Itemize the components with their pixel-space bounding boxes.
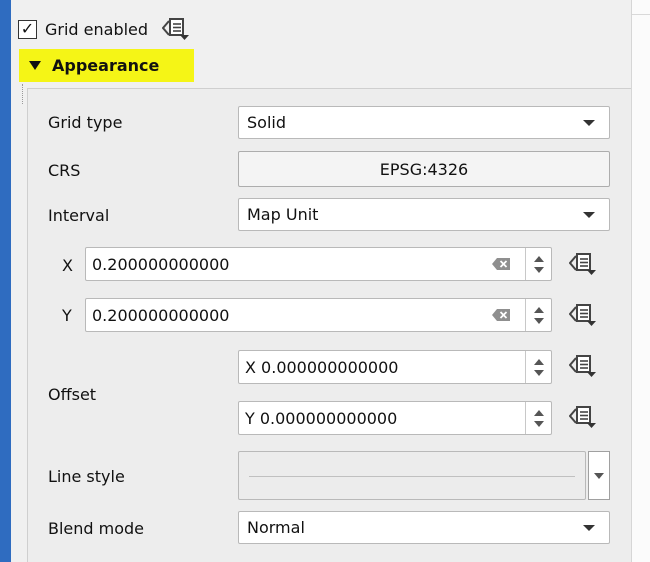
crs-button[interactable]: EPSG:4326	[238, 151, 610, 187]
clear-text-icon[interactable]	[491, 257, 511, 271]
offset-x-spinbox[interactable]: X 0.000000000000	[238, 350, 552, 384]
chevron-down-icon	[583, 525, 595, 531]
side-pane-edge	[632, 14, 650, 15]
data-defined-override-icon[interactable]	[162, 17, 190, 41]
offset-y-value: Y 0.000000000000	[245, 408, 398, 428]
chevron-down-icon	[583, 212, 595, 218]
interval-unit-value: Map Unit	[247, 205, 319, 224]
line-style-label: Line style	[48, 467, 125, 486]
blend-mode-select[interactable]: Normal	[238, 511, 610, 544]
spin-down-icon[interactable]	[533, 266, 544, 273]
grid-type-select[interactable]: Solid	[238, 106, 610, 139]
spin-down-icon[interactable]	[533, 420, 544, 427]
interval-label: Interval	[48, 206, 110, 225]
grid-type-value: Solid	[247, 113, 286, 132]
grid-enabled-label: Grid enabled	[45, 19, 149, 39]
blend-mode-label: Blend mode	[48, 519, 145, 538]
offset-y-stepper[interactable]	[525, 402, 551, 434]
spin-down-icon[interactable]	[533, 369, 544, 376]
side-pane	[631, 0, 650, 562]
spin-up-icon[interactable]	[533, 409, 544, 416]
chevron-down-icon	[583, 120, 595, 126]
offset-label: Offset	[48, 385, 97, 404]
spin-up-icon[interactable]	[533, 358, 544, 365]
crs-value: EPSG:4326	[379, 159, 469, 179]
data-defined-override-icon[interactable]	[569, 354, 597, 378]
data-defined-override-icon[interactable]	[569, 303, 597, 327]
spin-up-icon[interactable]	[533, 306, 544, 313]
line-style-menu-button[interactable]	[588, 451, 610, 500]
data-defined-override-icon[interactable]	[569, 252, 597, 276]
offset-y-spinbox[interactable]: Y 0.000000000000	[238, 401, 552, 435]
grid-enabled-checkbox[interactable]: ✓	[18, 19, 37, 39]
line-style-button[interactable]	[238, 451, 586, 500]
window-frame-edge	[0, 0, 11, 562]
interval-x-value: 0.200000000000	[92, 254, 230, 274]
interval-y-spinbox[interactable]: 0.200000000000	[85, 298, 552, 332]
crs-label: CRS	[48, 161, 81, 180]
group-guide-line	[22, 84, 23, 104]
appearance-title: Appearance	[52, 56, 160, 75]
grid-type-label: Grid type	[48, 113, 123, 132]
blend-mode-value: Normal	[247, 518, 305, 537]
interval-unit-select[interactable]: Map Unit	[238, 198, 610, 231]
line-style-preview	[249, 476, 575, 477]
spin-down-icon[interactable]	[533, 317, 544, 324]
appearance-section-header[interactable]: Appearance	[19, 49, 194, 82]
grid-enabled-row: ✓ Grid enabled	[18, 14, 190, 44]
spin-up-icon[interactable]	[533, 255, 544, 262]
data-defined-override-icon[interactable]	[569, 405, 597, 429]
offset-x-stepper[interactable]	[525, 351, 551, 383]
interval-x-stepper[interactable]	[525, 248, 551, 280]
collapse-triangle-icon	[29, 61, 41, 70]
interval-x-spinbox[interactable]: 0.200000000000	[85, 247, 552, 281]
interval-x-label: X	[62, 256, 73, 275]
clear-text-icon[interactable]	[491, 308, 511, 322]
offset-x-value: X 0.000000000000	[245, 357, 399, 377]
interval-y-label: Y	[62, 306, 72, 325]
interval-y-stepper[interactable]	[525, 299, 551, 331]
chevron-down-icon	[594, 473, 604, 479]
interval-y-value: 0.200000000000	[92, 305, 230, 325]
